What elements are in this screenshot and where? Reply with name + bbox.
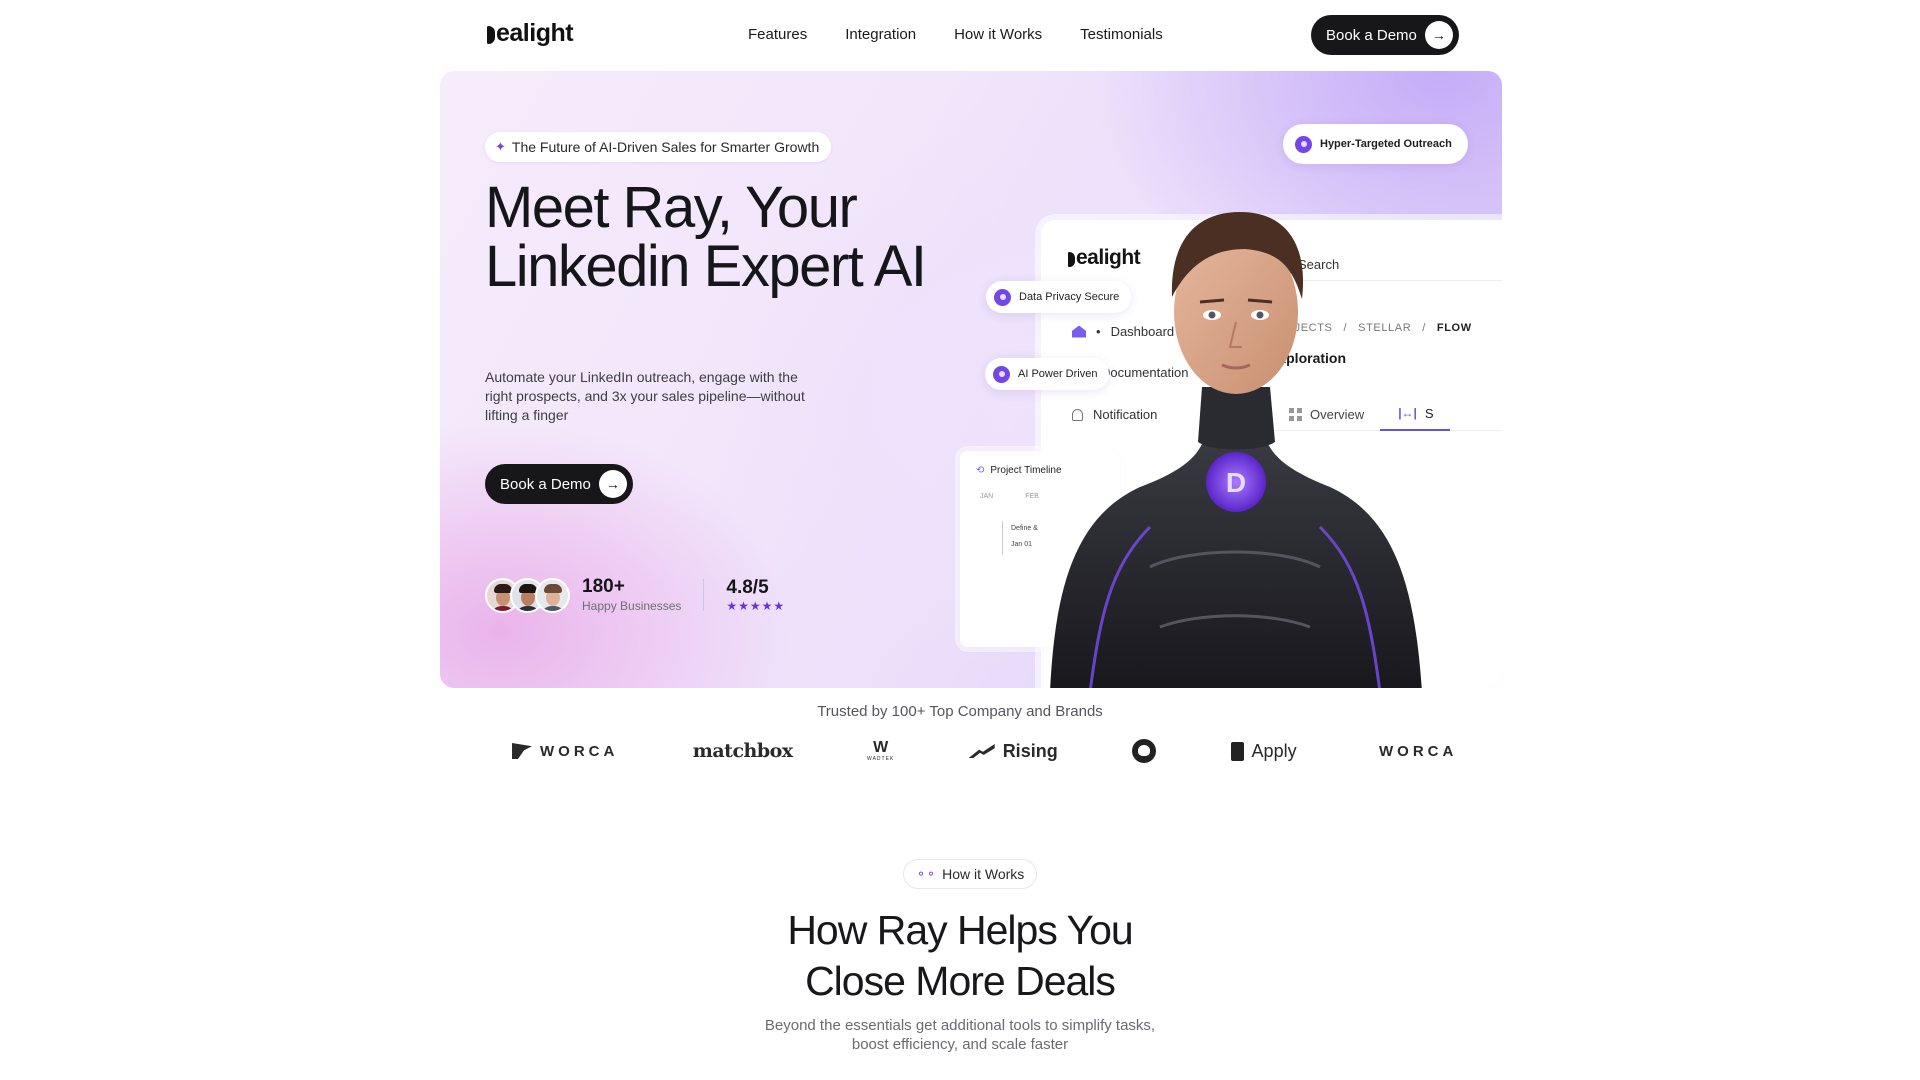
rating-value: 4.8/5 [726, 577, 769, 598]
arrow-right-icon: → [598, 470, 627, 498]
hero-stats: 180+ Happy Businesses 4.8/5 ★★★★★ [485, 576, 785, 614]
avatar-group [485, 577, 570, 613]
businesses-count: 180+ [582, 576, 625, 597]
nav-links: Features Integration How it Works Testim… [748, 26, 1163, 43]
ai-chip-icon [993, 365, 1010, 383]
businesses-label: Happy Businesses [582, 599, 682, 613]
brand-name: Rising [1002, 740, 1058, 761]
workflow-icon: ⚬⚬ [916, 867, 937, 881]
how-title-line1: How Ray Helps You [787, 907, 1133, 953]
brand-logo-wadtek: W WADTEK [867, 739, 895, 763]
hero-section: ✦ The Future of AI-Driven Sales for Smar… [440, 71, 1502, 688]
brand-logo-text: ealight [496, 19, 574, 47]
how-title-line2: Close More Deals [805, 958, 1116, 1004]
wadtek-icon: W [873, 739, 889, 756]
brand-name: WORCA [540, 742, 619, 760]
sparkle-icon: ✦ [495, 139, 506, 154]
badge-label: Hyper-Targeted Outreach [1320, 138, 1452, 150]
timeline-month: JAN [980, 493, 994, 500]
brand-logo-worca-repeat: WORCA [1371, 743, 1457, 760]
timeline-icon: ⟲ [976, 465, 985, 476]
target-icon [1295, 135, 1312, 153]
nav-link-integration[interactable]: Integration [845, 26, 916, 43]
trusted-label: Trusted by 100+ Top Company and Brands [817, 703, 1103, 720]
how-it-works-pill-label: How it Works [942, 866, 1025, 882]
brand-logo-apply: Apply [1230, 740, 1297, 762]
how-section-title: How Ray Helps You Close More Deals [0, 905, 1920, 1007]
nav-link-how-it-works[interactable]: How it Works [954, 26, 1042, 43]
brand-logos: WORCA matchbox W WADTEK Rising Apply WOR… [512, 736, 1457, 766]
ray-ai-figure: D [1050, 212, 1422, 688]
how-section-subtitle: Beyond the essentials get additional too… [764, 1017, 1156, 1053]
avatar [535, 577, 570, 613]
brand-name: matchbox [692, 740, 793, 762]
hero-subtitle: Automate your LinkedIn outreach, engage … [485, 369, 805, 423]
rising-icon [968, 744, 995, 758]
shield-icon [994, 288, 1011, 306]
rating-stars-icon: ★★★★★ [726, 599, 786, 613]
stats-divider [703, 579, 705, 611]
brand-logo-github [1132, 739, 1157, 763]
github-icon [1132, 739, 1157, 763]
how-it-works-pill: ⚬⚬ How it Works [903, 859, 1038, 889]
businesses-stat: 180+ Happy Businesses [582, 576, 681, 614]
brand-logo[interactable]: ealight [487, 19, 574, 48]
badge-hyper-targeted: Hyper-Targeted Outreach [1283, 124, 1468, 164]
hero-book-demo-label: Book a Demo [500, 475, 591, 493]
nav-link-features[interactable]: Features [748, 26, 807, 43]
hero-book-demo-button[interactable]: Book a Demo → [485, 464, 633, 504]
nav-book-demo-label: Book a Demo [1326, 26, 1417, 44]
brand-logo-matchbox: matchbox [693, 740, 793, 762]
top-nav: ealight Features Integration How it Work… [0, 0, 1920, 70]
brand-logo-rising: Rising [968, 740, 1058, 762]
breadcrumb-current: FLOW [1436, 322, 1472, 334]
hero-tag-text: The Future of AI-Driven Sales for Smarte… [511, 139, 820, 155]
brand-logo-worca: WORCA [512, 743, 618, 760]
brand-name: WORCA [1379, 742, 1457, 760]
svg-text:D: D [1226, 467, 1246, 498]
arrow-right-icon: → [1424, 21, 1453, 49]
worca-icon [512, 743, 532, 759]
logo-mark-icon [487, 25, 495, 44]
brand-name: Apply [1251, 740, 1297, 761]
hero-title: Meet Ray, Your Linkedin Expert AI [485, 175, 927, 299]
rating-stat: 4.8/5 ★★★★★ [726, 577, 785, 613]
apply-icon [1230, 741, 1244, 761]
hero-tag: ✦ The Future of AI-Driven Sales for Smar… [485, 132, 832, 162]
brand-name: WADTEK [867, 756, 895, 762]
nav-link-testimonials[interactable]: Testimonials [1080, 26, 1163, 43]
nav-book-demo-button[interactable]: Book a Demo → [1311, 15, 1459, 55]
